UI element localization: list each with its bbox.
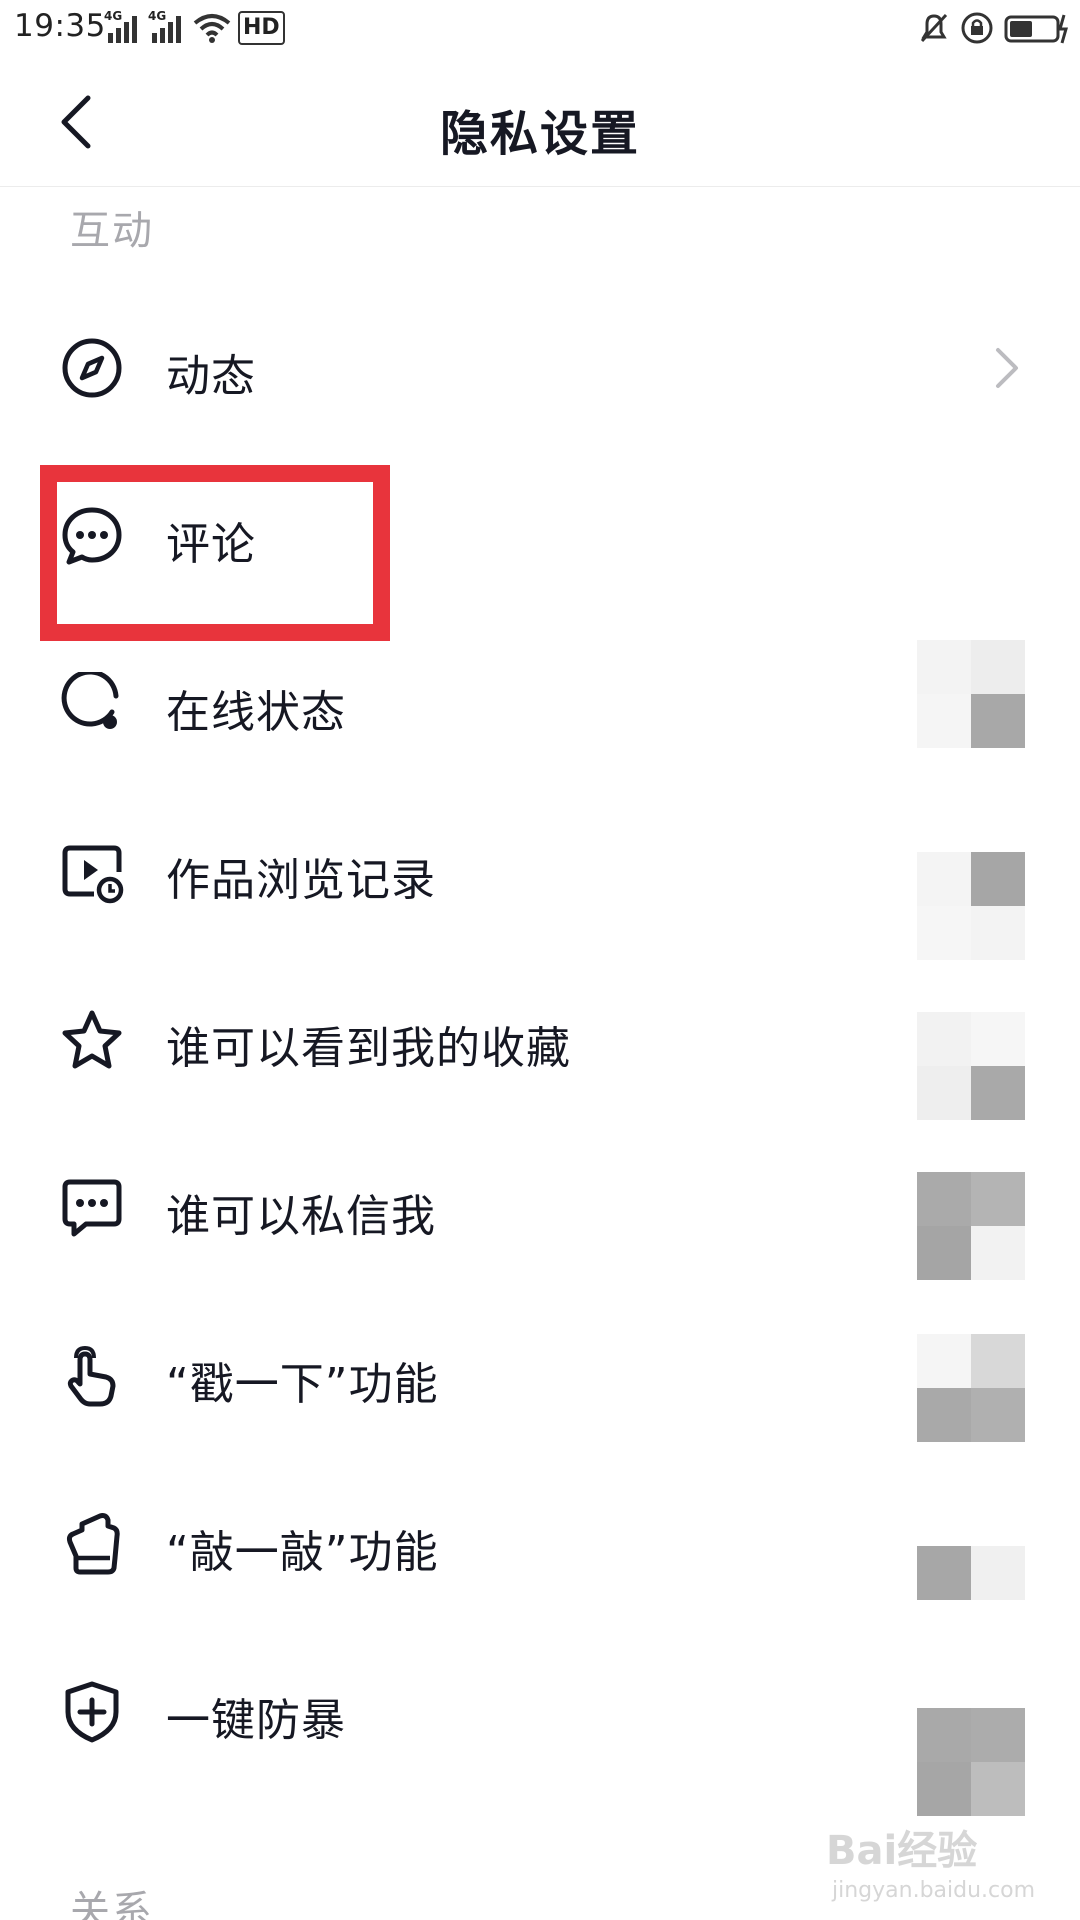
value-mosaic [917,640,1025,748]
setting-label: “戳一下”功能 [166,1359,439,1410]
rotation-lock-icon [960,11,994,45]
star-icon [62,1010,122,1069]
setting-label: 作品浏览记录 [166,855,436,906]
wifi-icon [192,11,232,45]
highlight-box [40,465,390,641]
value-mosaic [917,1546,1025,1600]
value-mosaic [917,852,1025,960]
chevron-right-icon [996,348,1018,388]
mute-bell-icon [918,11,950,45]
status-left-icons: 4G 4G HD [104,8,285,48]
signal-1-icon: 4G [104,9,142,45]
setting-row-view-history[interactable]: 作品浏览记录 [0,788,1080,960]
setting-row-moments[interactable]: 动态 [0,284,1080,452]
value-mosaic [917,1334,1025,1442]
status-time: 19:35 [14,8,106,44]
section-header-interaction: 互动 [70,208,154,254]
nav-bar: 隐私设置 [0,56,1080,187]
section-header-relations: 关系 [70,1888,154,1920]
hd-icon: HD [238,11,285,45]
setting-row-poke[interactable]: “戳一下”功能 [0,1292,1080,1460]
setting-label: 在线状态 [166,687,346,738]
message-icon [62,1179,122,1237]
video-history-icon [62,845,124,904]
value-mosaic [917,1172,1025,1280]
setting-row-online-status[interactable]: 在线状态 [0,620,1080,788]
setting-row-favorites-visibility[interactable]: 谁可以看到我的收藏 [0,956,1080,1124]
watermark-url: jingyan.baidu.com [832,1878,1036,1903]
compass-icon [62,338,122,398]
shield-plus-icon [65,1681,119,1743]
poke-hand-icon [67,1345,116,1407]
online-status-icon [61,672,119,729]
setting-row-anti-harassment[interactable]: 一键防暴 [0,1628,1080,1816]
setting-label: “敲一敲”功能 [166,1527,439,1578]
signal-2-icon: 4G [148,9,186,45]
screen: 19:35 4G 4G HD 隐私设置 互动 动态 评论 在线状态 作品浏览记录… [0,0,1080,1920]
setting-row-direct-message[interactable]: 谁可以私信我 [0,1124,1080,1292]
setting-label: 一键防暴 [166,1695,346,1746]
setting-row-knock[interactable]: “敲一敲”功能 [0,1460,1080,1628]
setting-label: 动态 [166,351,256,402]
value-mosaic [917,1012,1025,1120]
setting-label: 谁可以私信我 [166,1191,436,1242]
setting-label: 谁可以看到我的收藏 [166,1023,571,1074]
watermark-logo: Bai经验 [826,1828,978,1874]
value-mosaic [917,1708,1025,1816]
page-title: 隐私设置 [439,106,640,162]
status-right-icons [918,8,1070,48]
status-bar: 19:35 4G 4G HD [0,0,1080,56]
battery-icon [1004,11,1070,45]
knock-hand-icon [66,1513,120,1575]
